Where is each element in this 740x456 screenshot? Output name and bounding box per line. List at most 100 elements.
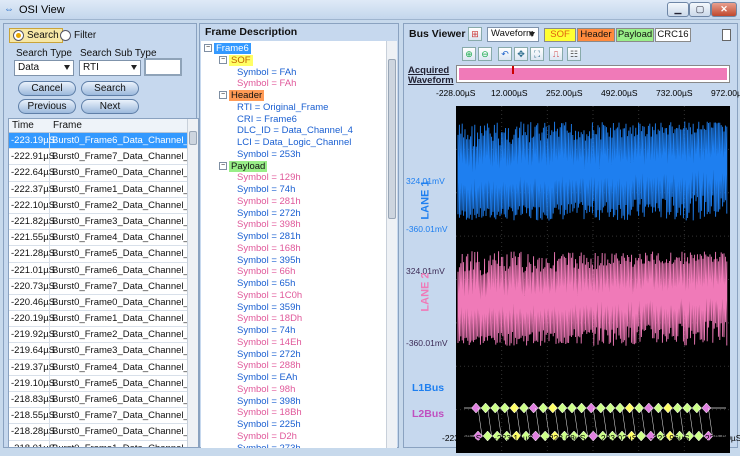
tree-sof-label: SOF (229, 54, 253, 66)
tree-item[interactable]: Symbol = 18Dh (237, 313, 302, 324)
measure-icon[interactable]: ⎍ (549, 47, 563, 61)
tree-item[interactable]: Symbol = EAh (237, 372, 297, 383)
tree-item[interactable]: Symbol = 273h (237, 443, 301, 449)
table-row[interactable]: -218.83µS Burst0_Frame6_Data_Channel_4 (9, 392, 198, 409)
tree-item[interactable]: Symbol = 129h (237, 172, 301, 183)
table-row[interactable]: -220.73µS Burst0_Frame7_Data_Channel_5 (9, 278, 198, 295)
table-row[interactable]: -219.37µS Burst0_Frame4_Data_Channel_4 (9, 359, 198, 376)
tree-item[interactable]: DLC_ID = Data_Channel_4 (237, 125, 353, 136)
tree-node-sof[interactable]: − SOF (219, 54, 253, 66)
table-row[interactable]: -221.01µS Burst0_Frame6_Data_Channel_4 (9, 262, 198, 279)
tree-item[interactable]: Symbol = 281h (237, 231, 301, 242)
search-subtype-dropdown[interactable]: RTI (79, 60, 141, 76)
tree-item[interactable]: Symbol = 98h (237, 384, 295, 395)
maximize-button[interactable]: ▢ (689, 2, 711, 17)
tree-item[interactable]: Symbol = 14Eh (237, 337, 302, 348)
overview-strip[interactable] (456, 65, 730, 83)
undo-icon[interactable]: ↶ (498, 47, 512, 61)
tree-item[interactable]: Symbol = 272h (237, 208, 301, 219)
zoom-out-icon[interactable]: ⊖ (478, 47, 492, 61)
tree-item-label: Symbol = 18Bh (237, 407, 302, 419)
bottom-tick-label: -223.02µS (598, 433, 638, 443)
tree-item[interactable]: Symbol = 398h (237, 396, 301, 407)
top-tick-label: 492.00µS (601, 88, 638, 98)
tree-item[interactable]: Symbol = 1C0h (237, 290, 302, 301)
table-row[interactable]: -222.91µS Burst0_Frame7_Data_Channel_5 (9, 149, 198, 166)
tree-node-payload[interactable]: − Payload (219, 160, 268, 172)
table-row[interactable]: -218.55µS Burst0_Frame7_Data_Channel_5 (9, 408, 198, 425)
tree-item[interactable]: Symbol = 359h (237, 302, 301, 313)
tree-node-root[interactable]: − Frame6 (204, 43, 251, 54)
tree-item[interactable]: Symbol = 66h (237, 266, 295, 277)
tree-item[interactable]: Symbol = 398h (237, 219, 301, 230)
frame-column-header[interactable]: Frame (50, 119, 190, 132)
tree-item[interactable]: Symbol = 168h (237, 243, 301, 254)
table-scrollbar[interactable] (187, 119, 198, 447)
next-button[interactable]: Next (81, 99, 139, 114)
time-column-header[interactable]: Time (9, 119, 50, 132)
tree-node-header[interactable]: − Header (219, 90, 265, 101)
tree-item[interactable]: Symbol = D2h (237, 431, 297, 442)
table-row[interactable]: -221.55µS Burst0_Frame4_Data_Channel_4 (9, 230, 198, 247)
close-button[interactable]: ✕ (711, 2, 737, 17)
tree-item[interactable]: CRI = Frame6 (237, 114, 297, 125)
search-radio[interactable]: Search (9, 28, 63, 43)
search-button[interactable]: Search (81, 81, 139, 96)
collapse-icon[interactable]: − (219, 91, 227, 100)
search-type-dropdown[interactable]: Data (14, 60, 74, 76)
zoom-in-icon[interactable]: ⊕ (462, 47, 476, 61)
collapse-icon[interactable]: − (219, 56, 227, 65)
tree-item[interactable]: RTI = Original_Frame (237, 102, 328, 113)
waveform-plot[interactable]: 324.01mV -360.01mV 324.01mV -360.01mV (406, 106, 730, 453)
table-row[interactable]: -220.19µS Burst0_Frame1_Data_Channel_5 (9, 311, 198, 328)
fit-icon[interactable]: ⛶ (530, 47, 544, 61)
table-row[interactable]: -222.10µS Burst0_Frame2_Data_Channel_4 (9, 197, 198, 214)
tree-item[interactable]: LCI = Data_Logic_Channel (237, 137, 351, 148)
collapse-icon[interactable]: − (219, 161, 227, 170)
filter-radio[interactable]: Filter (60, 30, 96, 41)
scrollbar-thumb[interactable] (189, 131, 197, 145)
tree-item[interactable]: Symbol = 272h (237, 349, 301, 360)
tree-item-label: Symbol = FAh (237, 66, 297, 78)
minimize-button[interactable]: ▁ (667, 2, 689, 17)
tree-item[interactable]: Symbol = 74h (237, 325, 295, 336)
table-row[interactable]: -219.92µS Burst0_Frame2_Data_Channel_4 (9, 327, 198, 344)
bottom-tick-label: -223.20µS (442, 433, 482, 443)
table-row[interactable]: -218.28µS Burst0_Frame0_Data_Channel_4 (9, 424, 198, 441)
tree-item[interactable]: Symbol = 225h (237, 419, 301, 430)
tree-item[interactable]: Symbol = FAh (237, 78, 296, 89)
table-row[interactable]: -219.64µS Burst0_Frame3_Data_Channel_5 (9, 343, 198, 360)
scrollbar-thumb[interactable] (388, 59, 396, 219)
settings-icon[interactable]: ☷ (567, 47, 581, 61)
table-row[interactable]: -220.46µS Burst0_Frame0_Data_Channel_4 (9, 294, 198, 312)
previous-button[interactable]: Previous (18, 99, 76, 114)
tree-item[interactable]: Symbol = FAh (237, 67, 296, 78)
table-row[interactable]: -223.19µS Burst0_Frame6_Data_Channel_4 (9, 133, 198, 150)
collapse-icon[interactable]: − (204, 44, 212, 53)
pan-icon[interactable]: ✥ (514, 47, 528, 61)
tree-scrollbar[interactable] (386, 41, 397, 448)
cancel-button[interactable]: Cancel (18, 81, 76, 96)
waveform-mode-icon[interactable]: ⊞ (468, 27, 482, 41)
tree-item[interactable]: Symbol = 65h (237, 278, 295, 289)
tree-item[interactable]: Symbol = 18Bh (237, 407, 302, 418)
tree-item[interactable]: Symbol = 281h (237, 196, 301, 207)
search-value-input[interactable] (144, 58, 182, 76)
table-row[interactable]: -221.82µS Burst0_Frame3_Data_Channel_5 (9, 213, 198, 231)
table-row[interactable]: -221.28µS Burst0_Frame5_Data_Channel_5 (9, 246, 198, 263)
view-mode-dropdown[interactable]: Waveform (487, 27, 539, 42)
tree-item[interactable]: Symbol = 395h (237, 255, 301, 266)
clipboard-icon[interactable] (722, 29, 731, 41)
tree-item[interactable]: Symbol = 74h (237, 184, 295, 195)
frame-cell: Burst0_Frame6_Data_Channel_4 (52, 264, 190, 276)
table-row[interactable]: -222.37µS Burst0_Frame1_Data_Channel_5 (9, 181, 198, 198)
table-row[interactable]: -218.01µSBurst0_Frame1_Data_Channel_5 (9, 440, 198, 447)
chevron-down-icon (64, 65, 70, 70)
tree-item[interactable]: Symbol = 253h (237, 149, 301, 160)
search-radio-label: Search (27, 30, 59, 41)
overview-cursor[interactable] (512, 66, 514, 74)
tree-item[interactable]: Symbol = 288h (237, 360, 301, 371)
table-row[interactable]: -222.64µS Burst0_Frame0_Data_Channel_4 (9, 165, 198, 182)
frame-cell: Burst0_Frame3_Data_Channel_5 (52, 345, 190, 357)
table-row[interactable]: -219.10µS Burst0_Frame5_Data_Channel_5 (9, 375, 198, 392)
